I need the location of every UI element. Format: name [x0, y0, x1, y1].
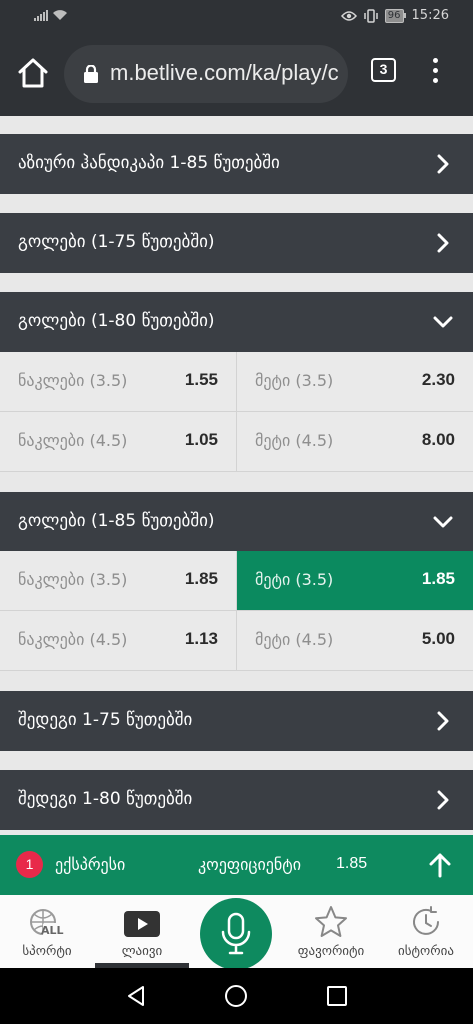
- nav-live[interactable]: ლაივი: [95, 895, 189, 968]
- odds-label: მეტი (3.5): [255, 371, 334, 390]
- odds-value: 1.55: [184, 370, 218, 389]
- nav-label: ლაივი: [121, 944, 163, 959]
- chevron-right-icon: [437, 711, 449, 731]
- odds-value: 1.05: [184, 430, 218, 449]
- star-icon: [315, 906, 347, 937]
- wifi-icon: [53, 10, 67, 20]
- url-bar[interactable]: m.betlive.com/ka/play/c: [64, 45, 348, 103]
- lock-icon: [84, 65, 98, 83]
- play-video-icon: [124, 911, 160, 937]
- vibrate-icon: [364, 8, 378, 23]
- chevron-right-icon: [437, 233, 449, 253]
- nav-history[interactable]: ისტორია: [382, 895, 470, 968]
- nav-label: სპორტი: [22, 944, 72, 959]
- odds-button-under[interactable]: ნაკლები (4.5) 1.13: [0, 611, 236, 670]
- odds-row: ნაკლები (3.5) 1.85 მეტი (3.5) 1.85: [0, 551, 473, 611]
- coefficient-value: 1.85: [336, 855, 368, 872]
- market-title: გოლები (1-85 წუთებში): [18, 511, 215, 531]
- odds-label: ნაკლები (3.5): [18, 371, 128, 390]
- odds-value: 1.85: [184, 569, 218, 588]
- nav-favorites[interactable]: ფავორიტი: [280, 895, 382, 968]
- more-options-icon[interactable]: [433, 58, 439, 83]
- coefficient-label: კოეფიციენტი: [198, 855, 302, 874]
- odds-label: მეტი (3.5): [255, 570, 334, 589]
- market-header[interactable]: აზიური ჰანდიკაპი 1-85 წუთებში: [0, 134, 473, 194]
- market-header[interactable]: გოლები (1-85 წუთებში): [0, 492, 473, 552]
- odds-button-over[interactable]: მეტი (4.5) 5.00: [236, 611, 473, 670]
- odds-label: მეტი (4.5): [255, 630, 334, 649]
- clock: 15:26: [411, 8, 449, 23]
- browser-toolbar: m.betlive.com/ka/play/c 3: [0, 34, 473, 116]
- bet-type-label: ექსპრესი: [55, 855, 126, 874]
- odds-label: მეტი (4.5): [255, 431, 334, 450]
- history-clock-icon: [413, 906, 439, 935]
- betslip-count-badge: 1: [16, 851, 43, 878]
- odds-button-under[interactable]: ნაკლები (4.5) 1.05: [0, 412, 236, 471]
- voice-search-button[interactable]: [200, 898, 272, 970]
- chevron-down-icon: [433, 516, 453, 528]
- nav-label: ფავორიტი: [297, 944, 365, 959]
- market-header[interactable]: გოლები (1-75 წუთებში): [0, 213, 473, 273]
- cellular-signal-icon: [34, 9, 48, 21]
- status-left: [34, 9, 68, 21]
- battery-level: 96: [384, 8, 404, 23]
- odds-value: 1.85: [421, 569, 455, 588]
- system-navigation-bar: [0, 968, 473, 1024]
- microphone-icon: [221, 912, 251, 955]
- market-header[interactable]: შედეგი 1-75 წუთებში: [0, 691, 473, 751]
- battery-icon: 96: [384, 8, 406, 23]
- chevron-down-icon: [433, 316, 453, 328]
- odds-label: ნაკლები (3.5): [18, 570, 128, 589]
- status-right: 96 15:26: [340, 8, 449, 23]
- market-title: გოლები (1-80 წუთებში): [18, 311, 215, 331]
- tab-switcher-button[interactable]: 3: [371, 58, 396, 82]
- arrow-up-icon[interactable]: [427, 852, 453, 878]
- odds-row: ნაკლები (3.5) 1.55 მეტი (3.5) 2.30: [0, 352, 473, 412]
- eye-icon: [340, 10, 357, 21]
- odds-value: 8.00: [421, 430, 455, 449]
- nav-sports[interactable]: ALL სპორტი: [4, 895, 90, 968]
- market-title: შედეგი 1-80 წუთებში: [18, 789, 193, 809]
- odds-button-under[interactable]: ნაკლები (3.5) 1.55: [0, 352, 236, 411]
- odds-button-over[interactable]: მეტი (3.5) 2.30: [236, 352, 473, 411]
- odds-row: ნაკლები (4.5) 1.05 მეტი (4.5) 8.00: [0, 412, 473, 472]
- market-title: შედეგი 1-75 წუთებში: [18, 710, 193, 730]
- url-text: m.betlive.com/ka/play/c: [110, 60, 339, 85]
- odds-button-over[interactable]: მეტი (4.5) 8.00: [236, 412, 473, 471]
- chevron-right-icon: [437, 790, 449, 810]
- back-icon[interactable]: [125, 984, 149, 1008]
- odds-value: 5.00: [421, 629, 455, 648]
- home-icon[interactable]: [16, 56, 50, 90]
- recent-apps-icon[interactable]: [326, 985, 348, 1007]
- odds-row: ნაკლები (4.5) 1.13 მეტი (4.5) 5.00: [0, 611, 473, 671]
- odds-button-under[interactable]: ნაკლები (3.5) 1.85: [0, 551, 236, 610]
- market-header[interactable]: გოლები (1-80 წუთებში): [0, 292, 473, 352]
- nav-label: ისტორია: [398, 944, 454, 959]
- odds-label: ნაკლები (4.5): [18, 630, 128, 649]
- betslip-bar[interactable]: 1 ექსპრესი კოეფიციენტი 1.85: [0, 835, 473, 895]
- odds-value: 2.30: [421, 370, 455, 389]
- chevron-right-icon: [437, 154, 449, 174]
- odds-value: 1.13: [184, 629, 218, 648]
- odds-button-over-selected[interactable]: მეტი (3.5) 1.85: [236, 551, 473, 610]
- market-header[interactable]: შედეგი 1-80 წუთებში: [0, 770, 473, 830]
- market-title: გოლები (1-75 წუთებში): [18, 232, 215, 252]
- odds-label: ნაკლები (4.5): [18, 431, 128, 450]
- home-circle-icon[interactable]: [224, 984, 248, 1008]
- sports-all-badge: ALL: [41, 924, 64, 937]
- market-title: აზიური ჰანდიკაპი 1-85 წუთებში: [18, 153, 280, 173]
- status-bar: 96 15:26: [0, 0, 473, 34]
